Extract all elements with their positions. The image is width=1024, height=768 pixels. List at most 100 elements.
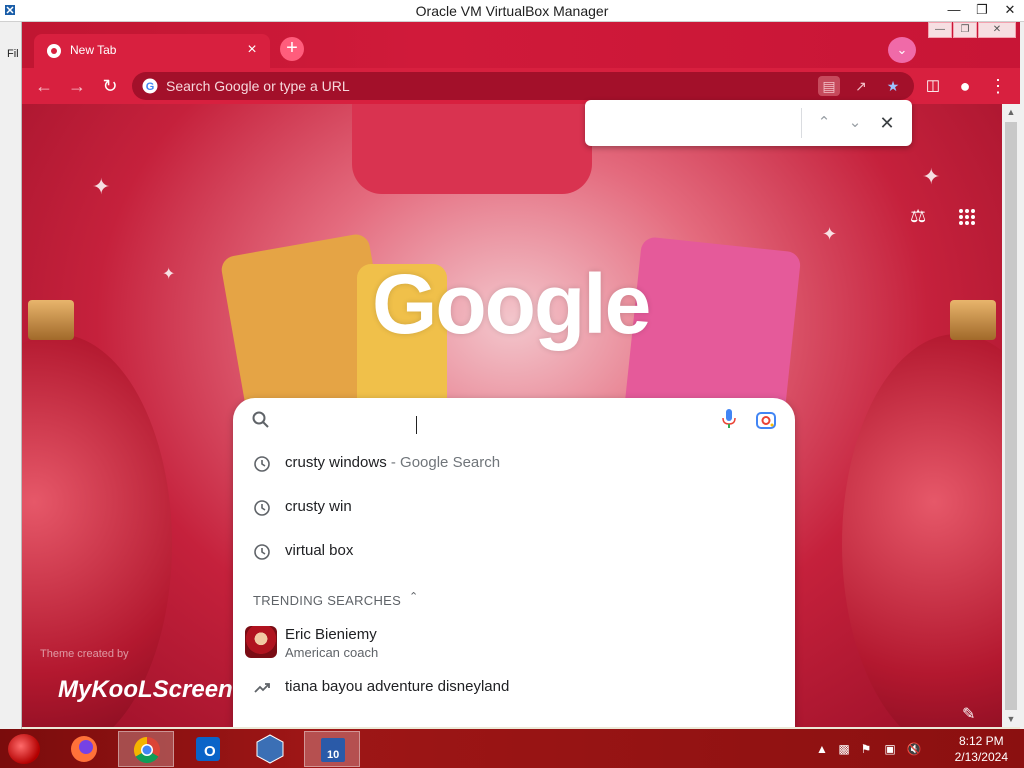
find-bar: ⌃ ⌄ ✕: [585, 100, 912, 146]
tab-strip: New Tab × + ⌄ — ❐ ✕: [22, 22, 1020, 68]
host-close-button[interactable]: ✕: [996, 0, 1024, 22]
ornament-right: [842, 334, 1002, 727]
forward-icon[interactable]: →: [65, 74, 89, 98]
tab-new-tab[interactable]: New Tab ×: [34, 34, 270, 68]
sparkle-decor: ✦: [162, 266, 176, 283]
theme-brand: MyKooLScreen: [58, 676, 233, 703]
profile-icon[interactable]: ●: [953, 74, 977, 98]
browser-toolbar: ← → ↻ G Search Google or type a URL ▤ ↗ …: [22, 68, 1020, 104]
labs-flask-icon[interactable]: ⚖: [910, 206, 926, 227]
trending-entity-item[interactable]: Eric Bieniemy American coach: [233, 616, 795, 662]
suggestion-suffix: - Google Search: [386, 454, 501, 471]
vertical-scrollbar[interactable]: ▲ ▼: [1002, 104, 1020, 727]
trending-query-item[interactable]: tiana bayou adventure disneyland: [233, 666, 795, 710]
find-previous-icon[interactable]: ⌃: [811, 110, 837, 136]
trending-query-text: tiana bayou adventure disneyland: [285, 678, 510, 695]
decor-letters-happy: [352, 104, 592, 194]
suggestion-history-item[interactable]: crusty windows - Google Search: [233, 442, 795, 486]
trending-arrow-icon: [254, 683, 270, 693]
suggestion-history-item[interactable]: virtual box: [233, 530, 795, 574]
suggestion-history-item[interactable]: crusty win: [233, 486, 795, 530]
omnibox[interactable]: G Search Google or type a URL ▤ ↗ ★: [132, 72, 914, 100]
search-icon: [252, 411, 269, 428]
taskbar: O 10 ▲ ▩ ⚑ ▣ 🔇 8:12 PM 2/13/2024: [0, 729, 1024, 768]
firefox-taskbar-icon[interactable]: [56, 731, 112, 767]
microphone-icon[interactable]: [721, 408, 737, 430]
find-close-icon[interactable]: ✕: [874, 110, 900, 136]
host-minimize-button[interactable]: —: [940, 0, 968, 22]
apps-grid-icon[interactable]: [958, 208, 976, 226]
sparkle-decor: ✦: [922, 164, 941, 189]
trending-heading: TRENDING SEARCHES: [253, 593, 402, 608]
sparkle-decor: ✦: [92, 174, 111, 199]
menu-kebab-icon[interactable]: ⋮: [986, 74, 1010, 98]
ornament-cap-right: [950, 300, 996, 340]
scroll-down-icon[interactable]: ▼: [1002, 711, 1020, 727]
chrome-taskbar-icon[interactable]: [118, 731, 174, 767]
vm-windows10-taskbar-icon[interactable]: 10: [304, 731, 360, 767]
ornament-cap-left: [28, 300, 74, 340]
text-cursor: [416, 416, 417, 434]
system-tray: ▲ ▩ ⚑ ▣ 🔇 8:12 PM 2/13/2024: [814, 729, 1024, 768]
chrome-window: New Tab × + ⌄ — ❐ ✕ ← → ↻ G Search Googl…: [22, 22, 1020, 727]
suggestion-text: crusty win: [285, 498, 352, 515]
host-right-edge: [1020, 22, 1024, 732]
tray-flag-icon[interactable]: ⚑: [858, 741, 874, 757]
back-icon[interactable]: ←: [32, 74, 56, 98]
host-restore-button[interactable]: ❐: [968, 0, 996, 22]
tray-expand-icon[interactable]: ▲: [814, 741, 830, 757]
collapse-chevron-icon[interactable]: ⌃: [409, 590, 423, 604]
search-input[interactable]: [281, 406, 711, 434]
host-window-title: Oracle VM VirtualBox Manager: [415, 3, 609, 19]
google-lens-icon[interactable]: [755, 410, 777, 430]
trending-entity-description: American coach: [285, 645, 379, 660]
tab-close-icon[interactable]: ×: [242, 40, 262, 60]
tray-network-icon[interactable]: ▩: [836, 741, 852, 757]
suggestion-text: virtual box: [285, 542, 354, 559]
guest-minimize-button[interactable]: —: [928, 22, 952, 38]
host-title-bar: Oracle VM VirtualBox Manager — ❐ ✕: [0, 0, 1024, 22]
find-input[interactable]: [597, 110, 795, 136]
host-left-panel: Fil: [0, 22, 22, 732]
svg-text:10: 10: [327, 749, 339, 761]
trending-avatar: [245, 626, 277, 658]
guest-restore-button[interactable]: ❐: [953, 22, 977, 38]
clock-time: 8:12 PM: [958, 734, 1004, 748]
theme-credit[interactable]: Theme created by: [40, 648, 129, 660]
start-button[interactable]: [8, 734, 40, 764]
svg-text:G: G: [146, 81, 155, 93]
reload-icon[interactable]: ↻: [98, 74, 122, 98]
find-divider: [801, 108, 802, 138]
tray-volume-muted-icon[interactable]: 🔇: [906, 741, 922, 757]
bookmark-star-icon[interactable]: ★: [882, 76, 904, 96]
google-logo: Google: [372, 257, 651, 351]
history-clock-icon: [254, 544, 270, 560]
virtualbox-taskbar-icon[interactable]: [242, 731, 298, 767]
scroll-up-icon[interactable]: ▲: [1002, 104, 1020, 120]
trending-entity-name: Eric Bieniemy: [285, 626, 377, 643]
scrollbar-thumb[interactable]: [1005, 122, 1017, 710]
sparkle-decor: ✦: [822, 224, 838, 244]
clock-date: 2/13/2024: [954, 750, 1008, 764]
share-icon[interactable]: ↗: [850, 76, 872, 96]
find-in-page-icon[interactable]: ▤: [818, 76, 840, 96]
customize-pencil-icon[interactable]: ✎: [962, 704, 982, 724]
ntp-search-dropdown: crusty windows - Google Search crusty wi…: [233, 398, 795, 727]
host-file-menu[interactable]: Fil: [7, 48, 19, 60]
ornament-left: [22, 334, 172, 727]
find-next-icon[interactable]: ⌄: [842, 110, 868, 136]
outlook-taskbar-icon[interactable]: O: [180, 731, 236, 767]
new-tab-button[interactable]: +: [280, 37, 304, 61]
tab-title: New Tab: [70, 43, 117, 57]
tray-connection-icon[interactable]: ▣: [882, 741, 898, 757]
google-g-icon: G: [142, 78, 158, 94]
svg-text:O: O: [204, 743, 216, 760]
side-panel-icon[interactable]: ◫: [921, 74, 945, 98]
chrome-favicon-icon: [47, 44, 61, 58]
guest-close-button[interactable]: ✕: [978, 22, 1016, 38]
suggestion-text: crusty windows: [285, 454, 387, 471]
tab-search-icon[interactable]: ⌄: [888, 37, 916, 63]
omnibox-placeholder: Search Google or type a URL: [166, 78, 350, 94]
taskbar-clock[interactable]: 8:12 PM 2/13/2024: [955, 733, 1008, 765]
history-clock-icon: [254, 500, 270, 516]
